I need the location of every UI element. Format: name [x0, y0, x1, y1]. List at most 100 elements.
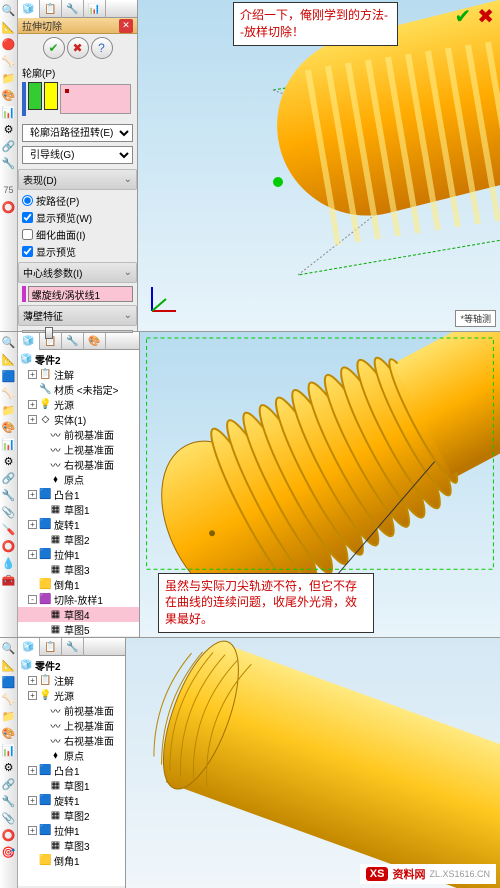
viewport-3[interactable]: XS 资料网 ZL.XS1616.CN — [126, 638, 500, 888]
tree-node[interactable]: ▦草图4 — [18, 607, 139, 622]
tb3-8[interactable]: 🔗 — [1, 776, 17, 792]
chk-preview1[interactable]: 显示预览(W) — [22, 209, 133, 226]
tb2-8[interactable]: 🔗 — [1, 470, 17, 486]
tree-node[interactable]: +◇实体(1) — [18, 412, 139, 427]
tb-ic-9[interactable]: 🔧 — [1, 155, 17, 171]
tree-node[interactable]: ▦草图2 — [18, 808, 125, 823]
tb3-9[interactable]: 🔧 — [1, 793, 17, 809]
tree-node[interactable]: ▦草图5 — [18, 622, 139, 636]
tb-ic-8[interactable]: 🔗 — [1, 138, 17, 154]
viewport-1[interactable]: ✔ ✖ 介绍一下，俺刚学到的方法--放样切除！ *等轴测 — [138, 0, 500, 331]
chk-refine[interactable]: 细化曲面(I) — [22, 226, 133, 243]
tb-ic-5[interactable]: 🎨 — [1, 87, 17, 103]
tree-node[interactable]: +🟦凸台1 — [18, 763, 125, 778]
tree-root[interactable]: 🧊零件2 — [18, 658, 125, 673]
centerline-field[interactable] — [28, 286, 133, 302]
tb-ic-4[interactable]: 📁 — [1, 70, 17, 86]
tb3-5[interactable]: 🎨 — [1, 725, 17, 741]
tree-node[interactable]: 〰上视基准面 — [18, 442, 139, 457]
thinwall-section-header[interactable]: 薄壁特征 — [18, 305, 137, 326]
chk-path[interactable]: 按路径(P) — [22, 192, 133, 209]
tb2-12[interactable]: ⭕ — [1, 538, 17, 554]
tree-node[interactable]: 〰右视基准面 — [18, 457, 139, 472]
tab-c[interactable]: 🔧 — [62, 332, 84, 350]
tb3-7[interactable]: ⚙ — [1, 759, 17, 775]
tree-node[interactable]: 🟨倒角1 — [18, 853, 125, 868]
tree-node[interactable]: +🟦旋转1 — [18, 517, 139, 532]
tb3-1[interactable]: 📐 — [1, 657, 17, 673]
tb2-10[interactable]: 📎 — [1, 504, 17, 520]
feature-tree-3[interactable]: 🧊零件2+📋注解+💡光源〰前视基准面〰上视基准面〰右视基准面⬧原点+🟦凸台1▦草… — [18, 656, 125, 886]
tb3-11[interactable]: ⭕ — [1, 827, 17, 843]
display-section-header[interactable]: 表现(D) — [18, 169, 137, 190]
tree-node[interactable]: +🟦拉伸1 — [18, 823, 125, 838]
tree-node[interactable]: -🟪切除-放样1 — [18, 592, 139, 607]
tree-node[interactable]: +📋注解 — [18, 367, 139, 382]
tree-node[interactable]: 〰前视基准面 — [18, 427, 139, 442]
swatch-yellow[interactable] — [44, 82, 58, 110]
tb2-3[interactable]: 🦴 — [1, 385, 17, 401]
tb3-4[interactable]: 📁 — [1, 708, 17, 724]
tree-node[interactable]: 〰右视基准面 — [18, 733, 125, 748]
tree-node[interactable]: 🟨倒角1 — [18, 577, 139, 592]
tb2-6[interactable]: 📊 — [1, 436, 17, 452]
tb-ic-7[interactable]: ⚙ — [1, 121, 17, 137]
tb-ic-1[interactable]: 📐 — [1, 19, 17, 35]
tb2-14[interactable]: 🧰 — [1, 572, 17, 588]
tb-ic-0[interactable]: 🔍 — [1, 2, 17, 18]
tree-node[interactable]: ▦草图3 — [18, 562, 139, 577]
tb3-3[interactable]: 🦴 — [1, 691, 17, 707]
profile-list[interactable] — [60, 84, 131, 114]
tree-node[interactable]: 🔧材质 <未指定> — [18, 382, 139, 397]
tb-ic-10[interactable]: ⭕ — [1, 199, 17, 215]
tab-tree[interactable]: 🧊 — [18, 332, 40, 350]
tree-node[interactable]: ▦草图3 — [18, 838, 125, 853]
tb3-0[interactable]: 🔍 — [1, 640, 17, 656]
tb-ic-3[interactable]: 🦴 — [1, 53, 17, 69]
tree-node[interactable]: ▦草图2 — [18, 532, 139, 547]
reject-icon[interactable]: ✖ — [477, 4, 494, 29]
tb2-4[interactable]: 📁 — [1, 402, 17, 418]
chk-preview2[interactable]: 显示预览 — [22, 243, 133, 260]
tb3-12[interactable]: 🎯 — [1, 844, 17, 860]
feature-tree[interactable]: 🧊零件2+📋注解🔧材质 <未指定>+💡光源+◇实体(1)〰前视基准面〰上视基准面… — [18, 350, 139, 636]
swatch-green[interactable] — [28, 82, 42, 110]
tree-node[interactable]: 〰前视基准面 — [18, 703, 125, 718]
accept-icon[interactable]: ✔ — [454, 4, 471, 29]
ok-button[interactable]: ✔ — [43, 37, 65, 59]
tree-node[interactable]: +🟦拉伸1 — [18, 547, 139, 562]
tb2-0[interactable]: 🔍 — [1, 334, 17, 350]
tree-node[interactable]: +💡光源 — [18, 688, 125, 703]
tree-node[interactable]: +🟦凸台1 — [18, 487, 139, 502]
viewport-2[interactable]: 虽然与实际刀尖轨迹不符，但它不存在曲线的连续问题，收尾外光滑，效果最好。 — [140, 332, 500, 637]
tb2-2[interactable]: 🟦 — [1, 368, 17, 384]
tree-node[interactable]: +📋注解 — [18, 673, 125, 688]
tree-node[interactable]: ⬧原点 — [18, 472, 139, 487]
tb3-10[interactable]: 📎 — [1, 810, 17, 826]
centerline-section-header[interactable]: 中心线参数(I) — [18, 262, 137, 283]
guide-dropdown[interactable]: 引导线(G) — [22, 146, 133, 164]
tree-node[interactable]: +💡光源 — [18, 397, 139, 412]
tab3-a[interactable]: 🧊 — [18, 638, 40, 656]
tab-4[interactable]: 📊 — [84, 0, 106, 18]
tree-node[interactable]: ▦草图1 — [18, 778, 125, 793]
tb2-7[interactable]: ⚙ — [1, 453, 17, 469]
tb-ic-6[interactable]: 📊 — [1, 104, 17, 120]
tree-node[interactable]: ▦草图1 — [18, 502, 139, 517]
tb-ic-2[interactable]: 🔴 — [1, 36, 17, 52]
tab3-c[interactable]: 🔧 — [62, 638, 84, 656]
tab3-b[interactable]: 📋 — [40, 638, 62, 656]
tab-feature[interactable]: 🧊 — [18, 0, 40, 18]
help-button[interactable]: ? — [91, 37, 113, 59]
twist-dropdown[interactable]: 轮廓沿路径扭转(E) — [22, 124, 133, 142]
tab-3[interactable]: 🔧 — [62, 0, 84, 18]
tab-2[interactable]: 📋 — [40, 0, 62, 18]
tree-node[interactable]: +🟦旋转1 — [18, 793, 125, 808]
cancel-button[interactable]: ✖ — [67, 37, 89, 59]
tb2-13[interactable]: 💧 — [1, 555, 17, 571]
tree-root[interactable]: 🧊零件2 — [18, 352, 139, 367]
tree-node[interactable]: ⬧原点 — [18, 748, 125, 763]
tb2-11[interactable]: 🪛 — [1, 521, 17, 537]
tb3-2[interactable]: 🟦 — [1, 674, 17, 690]
tb2-9[interactable]: 🔧 — [1, 487, 17, 503]
